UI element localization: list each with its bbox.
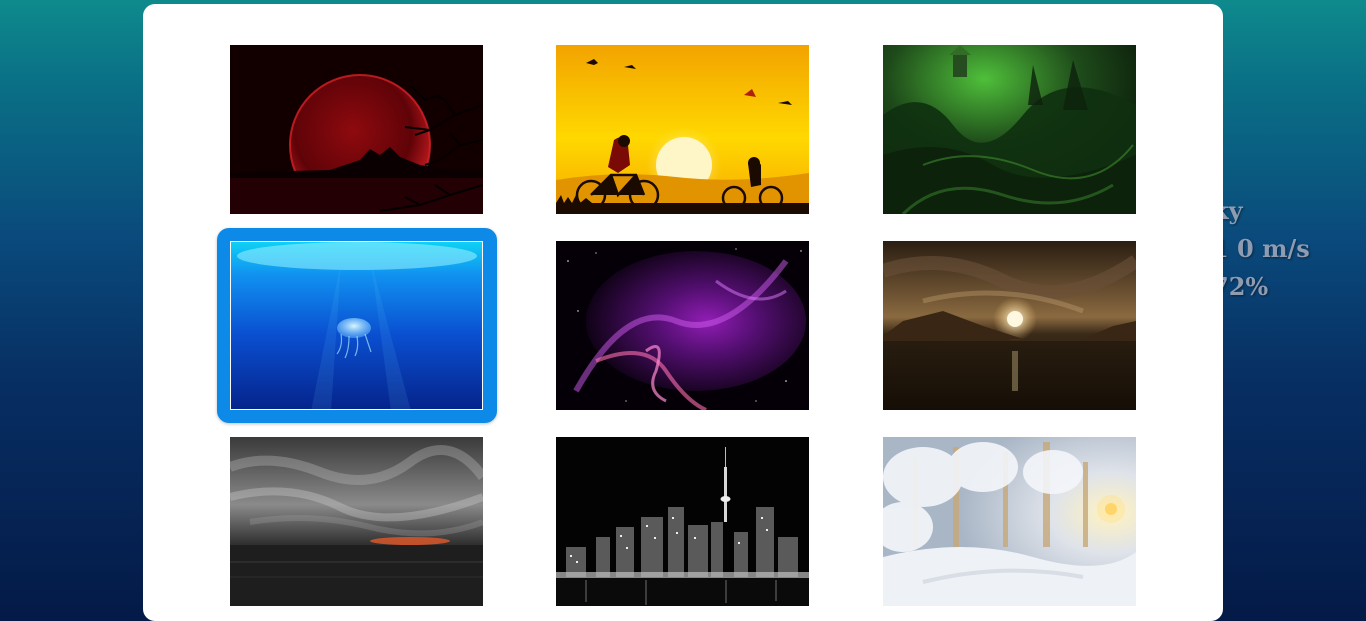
wallpaper-thumb-purple-nebula[interactable] xyxy=(556,241,809,410)
purple-nebula-image xyxy=(556,241,809,410)
background-weather-widget: ky 1 0 m/s 72% xyxy=(1212,192,1310,306)
weather-humidity-text: 72% xyxy=(1212,272,1269,301)
wallpaper-thumb-moonlit-lake[interactable] xyxy=(883,241,1136,410)
wallpaper-thumb-snowy-forest[interactable] xyxy=(883,437,1136,606)
wallpaper-thumb-green-fantasy[interactable] xyxy=(883,45,1136,214)
stormy-sea-image xyxy=(230,437,483,606)
jellyfish-image xyxy=(231,242,482,409)
city-skyline-image xyxy=(556,437,809,606)
snowy-forest-image xyxy=(883,437,1136,606)
wallpaper-thumb-red-moon[interactable] xyxy=(230,45,483,214)
wallpaper-thumb-city-skyline[interactable] xyxy=(556,437,809,606)
wallpaper-thumb-stormy-sea[interactable] xyxy=(230,437,483,606)
wallpaper-picker-dialog xyxy=(143,4,1223,621)
moonlit-lake-image xyxy=(883,241,1136,410)
wallpaper-thumb-jellyfish[interactable] xyxy=(217,228,497,423)
weather-wind-text: 1 0 m/s xyxy=(1212,234,1310,263)
wallpaper-thumb-cyclists-sunset[interactable] xyxy=(556,45,809,214)
red-moon-image xyxy=(230,45,483,214)
cyclists-sunset-image xyxy=(556,45,809,214)
green-fantasy-image xyxy=(883,45,1136,214)
weather-condition-text: ky xyxy=(1212,196,1243,225)
